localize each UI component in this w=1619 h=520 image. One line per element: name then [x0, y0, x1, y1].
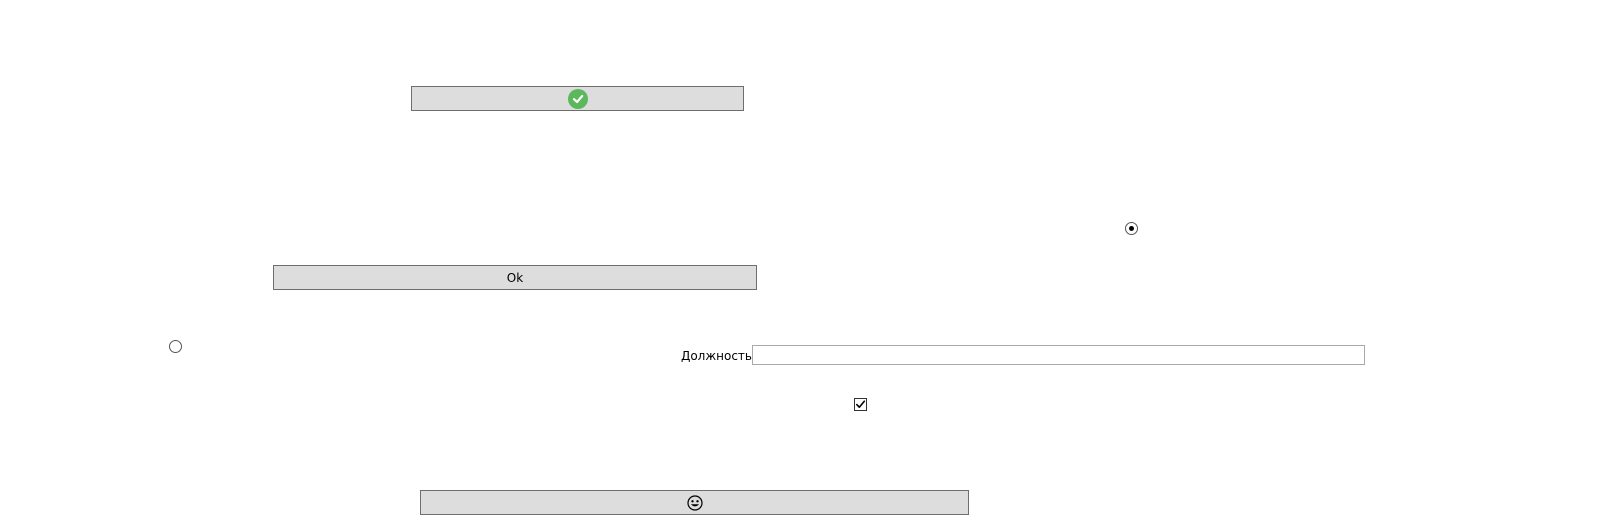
smiling-face-icon: [686, 494, 703, 511]
check-circle-icon: [567, 88, 588, 109]
emoji-button[interactable]: [420, 490, 969, 515]
check-button[interactable]: [411, 86, 744, 111]
ok-button[interactable]: Ok: [273, 265, 757, 290]
checked-checkbox[interactable]: [854, 398, 867, 411]
radio-button-unselected[interactable]: [169, 340, 182, 353]
checkmark-icon: [856, 400, 866, 408]
radio-button-selected[interactable]: [1125, 222, 1138, 235]
ok-button-label: Ok: [506, 270, 524, 285]
position-input[interactable]: [752, 345, 1365, 365]
position-label: Должность: [680, 349, 752, 363]
